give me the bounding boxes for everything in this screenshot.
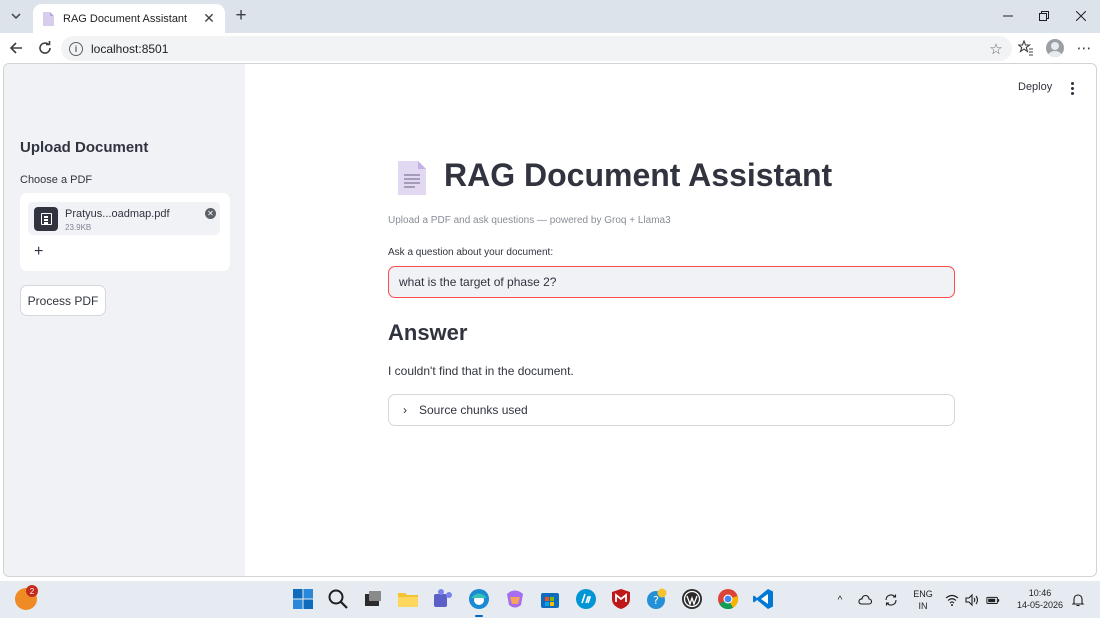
browser-tab-active[interactable]: RAG Document Assistant ✕ <box>33 4 225 33</box>
clock-date: 14-05-2026 <box>1016 600 1064 610</box>
sidebar-title: Upload Document <box>20 139 149 156</box>
question-input[interactable] <box>388 266 955 298</box>
tab-close-icon[interactable]: ✕ <box>201 10 217 27</box>
back-button[interactable] <box>6 38 26 58</box>
uploaded-file: Pratyus...oadmap.pdf 23.9KB ✕ <box>28 202 220 235</box>
browser-menu-icon[interactable]: ⋯ <box>1074 38 1094 58</box>
volume-icon[interactable] <box>965 593 979 607</box>
language-code: ENG <box>913 589 933 599</box>
clock[interactable]: 10:46 14-05-2026 <box>1010 588 1070 610</box>
vscode-icon[interactable] <box>752 588 774 610</box>
restore-icon[interactable] <box>1033 6 1055 26</box>
bookmark-star-icon[interactable]: ☆ <box>986 40 1006 58</box>
add-file-icon[interactable]: + <box>34 243 43 261</box>
chevron-right-icon: › <box>403 403 407 417</box>
tab-title: RAG Document Assistant <box>63 12 188 25</box>
file-uploader[interactable]: Pratyus...oadmap.pdf 23.9KB ✕ + <box>20 193 230 271</box>
hp-app-icon[interactable] <box>575 588 597 610</box>
window-close-icon[interactable] <box>1070 6 1092 26</box>
search-icon[interactable] <box>327 588 349 610</box>
copilot-icon[interactable] <box>504 588 526 610</box>
notification-badge: 2 <box>26 585 38 597</box>
app-viewport: Upload Document Choose a PDF Pratyus...o… <box>3 63 1097 577</box>
wifi-icon[interactable] <box>945 593 959 607</box>
file-name: Pratyus...oadmap.pdf <box>65 208 170 220</box>
profile-avatar[interactable] <box>1045 38 1065 58</box>
page-document-icon <box>398 161 426 195</box>
reload-icon <box>39 41 51 54</box>
edge-browser-icon[interactable] <box>468 588 490 617</box>
source-chunks-expander[interactable]: › Source chunks used <box>388 394 955 426</box>
expander-label: Source chunks used <box>419 403 528 417</box>
microsoft-store-icon[interactable] <box>539 588 561 610</box>
svg-text:?: ? <box>653 594 659 607</box>
answer-text: I couldn't find that in the document. <box>388 364 574 378</box>
wordpress-icon[interactable] <box>681 588 703 610</box>
page-title: RAG Document Assistant <box>444 157 833 193</box>
browser-tabstrip: RAG Document Assistant ✕ + <box>0 0 1100 33</box>
process-pdf-button[interactable]: Process PDF <box>20 285 106 316</box>
question-label: Ask a question about your document: <box>388 247 554 258</box>
notification-bell-icon[interactable] <box>1071 593 1085 607</box>
os-taskbar: 2 ? ^ ENG IN 10:46 14-05-2026 <box>0 581 1100 618</box>
file-icon <box>34 207 58 231</box>
answer-heading: Answer <box>388 320 468 345</box>
page-caption: Upload a PDF and ask questions — powered… <box>388 215 671 226</box>
file-explorer-icon[interactable] <box>397 588 419 610</box>
address-bar[interactable]: i localhost:8501 ☆ <box>61 36 1012 61</box>
uploader-label: Choose a PDF <box>20 174 93 186</box>
favorites-icon[interactable] <box>1016 38 1036 58</box>
help-app-icon[interactable]: ? <box>646 588 668 610</box>
minimize-icon[interactable] <box>997 6 1019 26</box>
main-menu-icon[interactable] <box>1067 80 1077 96</box>
tray-overflow-icon[interactable]: ^ <box>833 593 847 607</box>
url-text[interactable]: localhost:8501 <box>91 42 986 56</box>
clock-time: 10:46 <box>1028 588 1052 598</box>
mcafee-icon[interactable] <box>610 588 632 610</box>
sync-icon[interactable] <box>884 593 898 607</box>
avatar-icon <box>1046 39 1064 57</box>
battery-icon[interactable] <box>986 593 1000 607</box>
region-code: IN <box>918 601 928 611</box>
remove-file-icon[interactable]: ✕ <box>205 208 216 219</box>
language-indicator[interactable]: ENG IN <box>910 589 936 611</box>
task-view-icon[interactable] <box>362 588 384 610</box>
sidebar: Upload Document Choose a PDF Pratyus...o… <box>4 64 245 576</box>
reload-button[interactable] <box>35 38 55 58</box>
browser-toolbar: i localhost:8501 ☆ ⋯ <box>0 33 1100 63</box>
chrome-icon[interactable] <box>717 588 739 610</box>
file-size: 23.9KB <box>65 223 92 232</box>
new-tab-button[interactable]: + <box>231 5 251 26</box>
teams-icon[interactable] <box>432 588 454 610</box>
chevron-down-icon <box>11 13 21 20</box>
document-icon <box>43 11 54 26</box>
site-info-icon[interactable]: i <box>69 41 83 56</box>
onedrive-icon[interactable] <box>858 593 872 607</box>
windows-start-icon[interactable] <box>292 588 314 610</box>
arrow-left-icon <box>9 42 22 54</box>
tab-search-button[interactable] <box>5 5 27 27</box>
deploy-button[interactable]: Deploy <box>1018 81 1052 93</box>
